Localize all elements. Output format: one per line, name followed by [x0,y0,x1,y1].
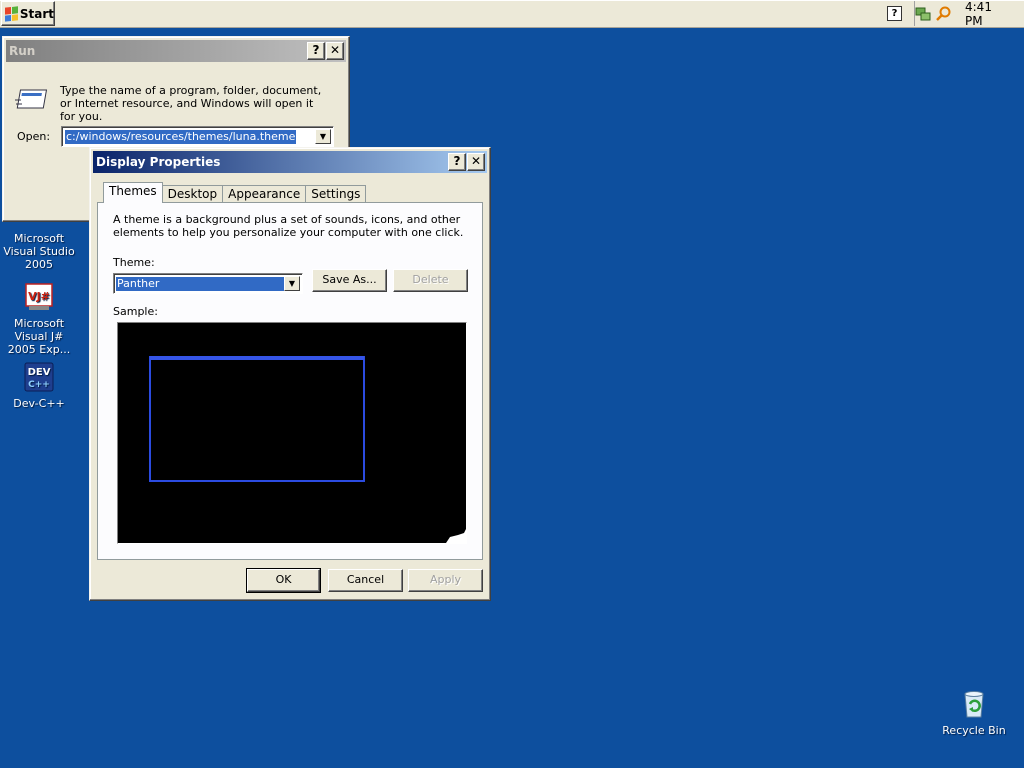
ok-button[interactable]: OK [246,568,321,593]
themes-description: A theme is a background plus a set of so… [113,213,464,239]
recycle-bin-icon [958,688,990,720]
themes-panel: A theme is a background plus a set of so… [97,202,483,560]
theme-combobox[interactable]: Panther ▼ [113,273,303,294]
open-combobox[interactable]: c:/windows/resources/themes/luna.theme ▼ [61,126,334,147]
display-properties-dialog: Display Properties ? ✕ Themes Desktop Ap… [89,147,491,601]
vjsharp-badge: VJ# [28,290,50,303]
open-input-value[interactable]: c:/windows/resources/themes/luna.theme [65,130,297,144]
start-button[interactable]: Start [1,1,55,26]
chevron-down-icon[interactable]: ▼ [315,129,331,144]
desktop-icon-visual-studio[interactable]: Microsoft Visual Studio 2005 [0,232,79,271]
save-as-button[interactable]: Save As... [312,269,387,292]
windows-flag-icon [5,5,18,22]
desktop-icon-recycle-bin[interactable]: Recycle Bin [934,688,1014,737]
run-close-button[interactable]: ✕ [326,42,344,60]
run-description: Type the name of a program, folder, docu… [60,84,322,123]
delete-button[interactable]: Delete [393,269,468,292]
display-title: Display Properties [96,155,221,169]
tab-settings[interactable]: Settings [305,185,367,203]
desktop-icon-devcpp[interactable]: DEV C++ Dev-C++ [0,361,79,410]
tab-appearance[interactable]: Appearance [222,185,307,203]
tab-strip: Themes Desktop Appearance Settings [103,181,367,203]
run-program-icon [15,87,49,116]
system-tray: 4:41 PM [914,0,1024,28]
desktop-icon-vjsharp[interactable]: VJ# Microsoft Visual J# 2005 Exp... [0,281,79,356]
cancel-button[interactable]: Cancel [328,569,403,592]
devcpp-badge: DEV [28,367,51,378]
desktop-icon-label: Recycle Bin [942,724,1006,737]
display-titlebar[interactable]: Display Properties ? ✕ [93,151,487,173]
run-help-button[interactable]: ? [307,42,325,60]
display-close-button[interactable]: ✕ [467,153,485,171]
clock[interactable]: 4:41 PM [965,0,1011,28]
apply-button[interactable]: Apply [408,569,483,592]
network-icon[interactable] [915,6,931,22]
run-titlebar[interactable]: Run ? ✕ [6,40,346,62]
devcpp-plus: C++ [28,380,50,390]
devcpp-icon: DEV C++ [23,361,55,393]
vjsharp-icon: VJ# [23,281,55,313]
sample-label: Sample: [113,305,158,318]
chevron-down-icon[interactable]: ▼ [284,276,300,291]
run-title: Run [9,44,36,58]
theme-value[interactable]: Panther [116,277,284,291]
display-help-button[interactable]: ? [448,153,466,171]
tab-themes[interactable]: Themes [103,182,163,203]
open-label: Open: [17,130,51,143]
theme-label: Theme: [113,256,155,269]
taskbar: Start ? 4:41 PM [0,0,1024,28]
search-icon[interactable] [935,6,951,22]
help-icon[interactable]: ? [887,6,902,21]
sample-window-preview [149,356,466,543]
desktop-icon-label: Microsoft Visual J# 2005 Exp... [7,317,71,356]
start-label: Start [19,6,54,21]
theme-sample-preview [117,322,467,544]
desktop-icon-label: Microsoft Visual Studio 2005 [3,232,75,271]
desktop-icon-label: Dev-C++ [13,397,65,410]
tab-desktop[interactable]: Desktop [161,185,224,203]
